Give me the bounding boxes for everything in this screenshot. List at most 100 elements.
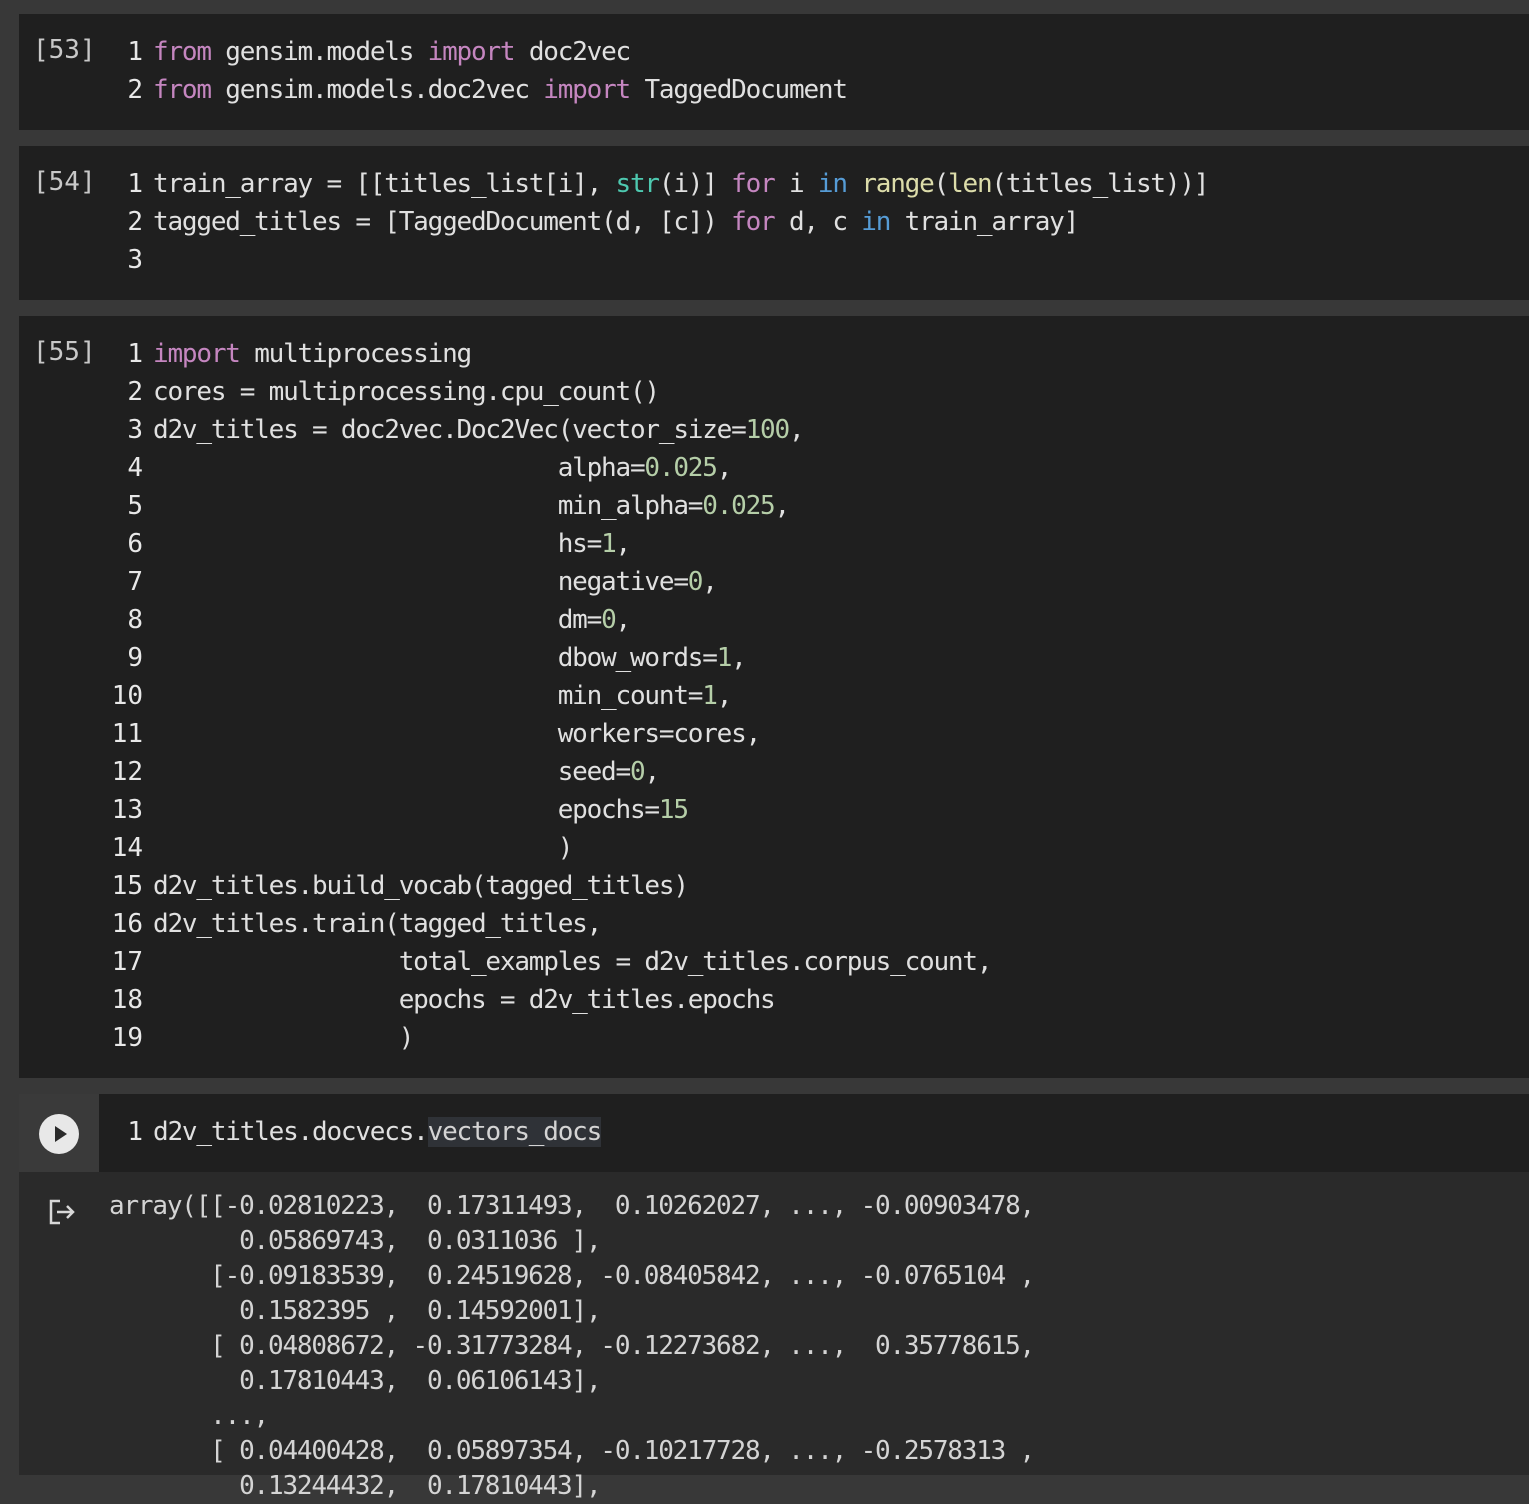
code-token: multiprocessing xyxy=(239,339,472,369)
code-token: negative= xyxy=(153,567,689,597)
code-editor[interactable]: 1 train_array = [[titles_list[i], str(i)]… xyxy=(99,165,1209,279)
code-token: 1 xyxy=(702,681,718,711)
code-line[interactable]: 17 total_examples = d2v_titles.corpus_co… xyxy=(99,943,993,981)
line-number: 1 xyxy=(127,37,143,67)
line-number: 9 xyxy=(127,643,143,673)
code-line[interactable]: 1 d2v_titles.docvecs.vectors_docs xyxy=(99,1113,602,1151)
code-token: dbow_words= xyxy=(153,643,718,673)
code-line[interactable]: 13 epochs=15 xyxy=(99,791,991,829)
code-token: train_array = [[titles_list[i], xyxy=(153,169,616,199)
line-number: 7 xyxy=(127,567,143,597)
code-token: tagged_titles = [TaggedDocument(d, [c]) xyxy=(153,207,732,237)
code-cell-active[interactable]: 1 d2v_titles.docvecs.vectors_docs xyxy=(19,1094,1529,1172)
code-token: 100 xyxy=(745,415,791,445)
code-cell-54[interactable]: [54] 1 train_array = [[titles_list[i], st… xyxy=(19,146,1529,300)
code-token: ) xyxy=(153,1023,415,1053)
code-token: ) xyxy=(153,833,574,863)
line-number: 1 xyxy=(127,339,143,369)
code-token: , xyxy=(615,605,632,635)
code-token: 0 xyxy=(601,605,617,635)
code-token: (i)] xyxy=(658,169,732,199)
code-line[interactable]: 1 import multiprocessing xyxy=(99,335,991,373)
code-token: str xyxy=(615,169,661,199)
code-line[interactable]: 2 from gensim.models.doc2vec import Tagge… xyxy=(99,71,848,109)
code-line[interactable]: 2 tagged_titles = [TaggedDocument(d, [c])… xyxy=(99,203,1208,241)
execution-count: [55] xyxy=(33,337,96,367)
code-line[interactable]: 8 dm=0, xyxy=(99,601,991,639)
code-token: , xyxy=(788,415,805,445)
code-line[interactable]: 16 d2v_titles.train(tagged_titles, xyxy=(99,905,991,943)
output-icon[interactable] xyxy=(47,1198,77,1226)
code-token: import xyxy=(427,37,516,67)
code-token: gensim.models.doc2vec xyxy=(210,75,544,105)
line-number: 1 xyxy=(127,1117,143,1147)
code-token: i xyxy=(774,169,818,199)
line-number: 1 xyxy=(127,169,143,199)
code-line[interactable]: 10 min_count=1, xyxy=(99,677,991,715)
line-number: 2 xyxy=(127,377,143,407)
code-token: seed= xyxy=(153,757,631,787)
line-number: 16 xyxy=(111,909,143,939)
code-token: dm= xyxy=(153,605,603,635)
code-line[interactable]: 7 negative=0, xyxy=(99,563,991,601)
run-cell-button[interactable] xyxy=(39,1114,79,1154)
code-line[interactable]: 12 seed=0, xyxy=(99,753,991,791)
code-token: 1 xyxy=(601,529,617,559)
code-token: import xyxy=(543,75,631,105)
code-token: 1 xyxy=(716,643,733,673)
code-token: len xyxy=(948,169,993,199)
code-token: d2v_titles.docvecs. xyxy=(153,1117,429,1147)
code-line[interactable]: 1 from gensim.models import doc2vec xyxy=(99,33,847,71)
code-token: d, c xyxy=(774,207,862,237)
code-token: d2v_titles.train(tagged_titles, xyxy=(153,909,602,939)
code-line[interactable]: 5 min_alpha=0.025, xyxy=(99,487,991,525)
code-token: range xyxy=(861,169,934,199)
code-token: workers=cores, xyxy=(153,719,762,749)
code-cell-55[interactable]: [55] 1 import multiprocessing 2 cores = mul… xyxy=(19,316,1529,1078)
code-token: alpha= xyxy=(153,453,646,483)
code-editor[interactable]: 1 d2v_titles.docvecs.vectors_docs xyxy=(99,1113,602,1151)
code-token: min_count= xyxy=(153,681,704,711)
code-cell-53[interactable]: [53] 1 from gensim.models import doc2vec 2… xyxy=(19,14,1529,130)
run-gutter xyxy=(19,1094,99,1172)
code-line[interactable]: 11 workers=cores, xyxy=(99,715,991,753)
code-line[interactable]: 9 dbow_words=1, xyxy=(99,639,991,677)
code-token: , xyxy=(731,643,747,673)
execution-count: [54] xyxy=(33,167,96,197)
code-editor[interactable]: 1 from gensim.models import doc2vec 2 from … xyxy=(99,33,848,109)
code-token: from xyxy=(153,37,212,67)
line-number: 8 xyxy=(127,605,143,635)
code-line[interactable]: 6 hs=1, xyxy=(99,525,991,563)
code-line[interactable]: 18 epochs = d2v_titles.epochs xyxy=(99,981,991,1019)
code-token: , xyxy=(702,567,718,597)
line-number: 12 xyxy=(111,757,143,787)
code-line[interactable]: 3 xyxy=(99,241,1208,279)
code-line[interactable]: 19 ) xyxy=(99,1019,991,1057)
code-token: 0 xyxy=(629,757,646,787)
code-token: vectors_docs xyxy=(427,1117,602,1147)
code-token: for xyxy=(731,169,776,199)
code-line[interactable]: 2 cores = multiprocessing.cpu_count() xyxy=(99,373,991,411)
code-line[interactable]: 4 alpha=0.025, xyxy=(99,449,991,487)
code-line[interactable]: 3 d2v_titles = doc2vec.Doc2Vec(vector_siz… xyxy=(99,411,991,449)
code-editor[interactable]: 1 import multiprocessing 2 cores = multipro… xyxy=(99,335,993,1057)
code-token: , xyxy=(615,529,632,559)
code-token: in xyxy=(861,207,891,237)
line-number: 6 xyxy=(127,529,143,559)
code-line[interactable]: 15 d2v_titles.build_vocab(tagged_titles) xyxy=(99,867,991,905)
line-number: 5 xyxy=(127,491,143,521)
code-token: train_array] xyxy=(890,207,1080,237)
line-number: 14 xyxy=(111,833,143,863)
code-token: d2v_titles.build_vocab(tagged_titles) xyxy=(153,871,689,901)
code-token: from xyxy=(153,75,212,105)
code-token: for xyxy=(731,207,776,237)
code-token: in xyxy=(817,169,848,199)
cell-output: array([[-0.02810223, 0.17311493, 0.10262… xyxy=(19,1172,1529,1501)
code-token: 0.025 xyxy=(644,453,717,483)
code-line[interactable]: 14 ) xyxy=(99,829,991,867)
line-number: 3 xyxy=(127,245,143,275)
line-number: 2 xyxy=(127,75,143,105)
code-token: hs= xyxy=(153,529,603,559)
code-line[interactable]: 1 train_array = [[titles_list[i], str(i)]… xyxy=(99,165,1209,203)
